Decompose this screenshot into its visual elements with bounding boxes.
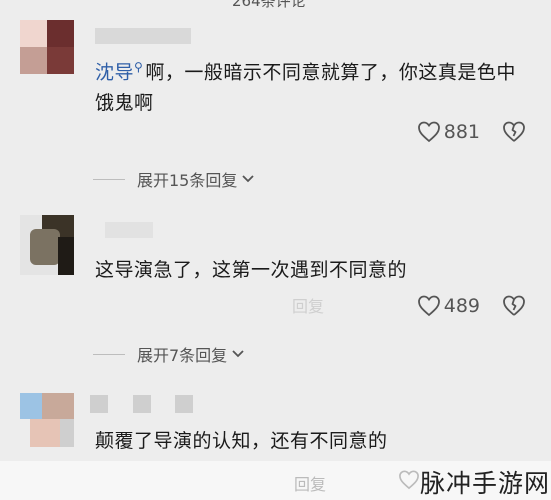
- watermark: 脉冲手游网: [420, 469, 551, 498]
- blurred-username: [95, 28, 191, 44]
- avatar[interactable]: [20, 393, 74, 447]
- expand-label: 展开15条回复: [137, 171, 238, 190]
- like-count: 881: [443, 121, 480, 143]
- comment-text: 沈导⚲ 啊，一般暗示不同意就算了，你这真是色中饿鬼啊: [95, 52, 535, 119]
- comment-actions: 881: [417, 118, 526, 146]
- reply-button[interactable]: 回复: [294, 471, 326, 495]
- divider: [93, 353, 125, 355]
- comment-body: 啊，一般暗示不同意就算了，你这真是色中饿鬼啊: [95, 61, 516, 115]
- like-count: 489: [443, 295, 480, 317]
- like-button[interactable]: 881: [417, 121, 480, 143]
- expand-replies[interactable]: 展开7条回复: [93, 342, 245, 366]
- comment-text: 颠覆了导演的认知，还有不同意的: [95, 426, 535, 457]
- top-strip: 264条评论: [0, 0, 551, 10]
- heart-icon: [417, 295, 440, 317]
- avatar[interactable]: [20, 20, 74, 74]
- divider: [93, 178, 125, 180]
- blurred-username: [90, 395, 108, 413]
- blurred-username: [175, 395, 193, 413]
- avatar[interactable]: [20, 215, 74, 275]
- broken-heart-icon: [503, 295, 525, 316]
- author-name[interactable]: 沈导: [95, 61, 134, 83]
- blurred-username: [105, 222, 153, 238]
- comment-actions: 489: [417, 292, 526, 320]
- comment-count-header: 264条评论: [232, 0, 306, 10]
- dislike-button[interactable]: [502, 121, 526, 143]
- expand-replies[interactable]: 展开15条回复: [93, 167, 255, 191]
- comment-body: 这导演急了，这第一次遇到不同意的: [95, 259, 408, 281]
- dislike-button[interactable]: [502, 295, 526, 317]
- chevron-down-icon: [232, 350, 244, 358]
- comment-body: 颠覆了导演的认知，还有不同意的: [95, 430, 388, 452]
- chevron-down-icon: [242, 175, 255, 183]
- reply-button[interactable]: 回复: [292, 293, 324, 317]
- search-icon[interactable]: ⚲: [134, 60, 143, 74]
- like-button[interactable]: 489: [417, 295, 480, 317]
- heart-icon[interactable]: [398, 470, 420, 490]
- expand-label: 展开7条回复: [137, 346, 228, 365]
- broken-heart-icon: [503, 121, 525, 142]
- blurred-username: [133, 395, 151, 413]
- comment-text: 这导演急了，这第一次遇到不同意的: [95, 255, 535, 286]
- heart-icon: [417, 121, 440, 143]
